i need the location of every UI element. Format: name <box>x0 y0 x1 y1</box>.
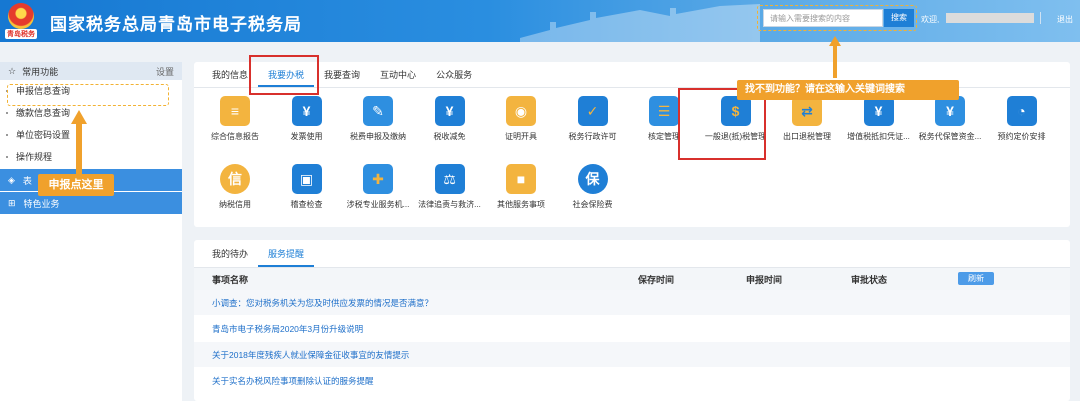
export-icon: ⇄ <box>792 96 822 126</box>
report-icon: ≡ <box>220 96 250 126</box>
function-label: 社会保险费 <box>572 200 613 209</box>
table-row[interactable]: 关于实名办税风险事项删除认证的服务提醒 <box>194 368 1070 394</box>
sidebar-section-label: 表 <box>22 175 32 186</box>
function-label: 综合信息报告 <box>211 132 259 141</box>
function-item[interactable]: ✚ 涉税专业服务机... <box>343 164 413 210</box>
search-button[interactable]: 搜索 <box>884 9 914 27</box>
function-item[interactable]: ■ 其他服务事项 <box>486 164 556 210</box>
tab-highlight-box <box>249 55 319 95</box>
function-label: 其他服务事项 <box>497 200 545 209</box>
function-item[interactable]: ⇄ 出口退税管理 <box>772 96 842 142</box>
custody-icon: ¥ <box>935 96 965 126</box>
sidebar-item-label: 缴款信息查询 <box>16 108 71 118</box>
refresh-button[interactable]: 刷新 <box>958 272 994 285</box>
todo-tabs: 我的待办 服务提醒 <box>194 240 1070 268</box>
tab-my-todo[interactable]: 我的待办 <box>202 240 258 267</box>
other-icon: ■ <box>506 164 536 194</box>
column-header: 审批状态 <box>851 274 888 285</box>
function-item[interactable]: ¥ 税务代保管资金... <box>915 96 985 142</box>
function-item[interactable]: ¥ 税收减免 <box>415 96 485 142</box>
table-header: 事项名称 保存时间 申报时间 审批状态 刷新 <box>194 268 1070 290</box>
function-item[interactable]: ⚖ 法律追责与救济... <box>415 164 485 210</box>
function-item[interactable]: ◔ 预约定价安排 <box>987 96 1057 142</box>
table-row[interactable]: 关于2018年度残疾人就业保障金征收事宜的友情提示 <box>194 342 1070 368</box>
column-header: 申报时间 <box>746 274 783 285</box>
declare-icon: ✎ <box>363 96 393 126</box>
star-icon: ☆ <box>8 65 17 76</box>
function-label: 增值税抵扣凭证... <box>847 132 910 141</box>
agency-icon: ✚ <box>363 164 393 194</box>
arrow-up-search-icon <box>829 36 841 78</box>
search-input[interactable]: 请输入需要搜索的内容 <box>763 9 883 27</box>
function-label: 法律追责与救济... <box>418 200 481 209</box>
function-label: 证明开具 <box>505 132 537 141</box>
tab-query[interactable]: 我要查询 <box>314 62 370 87</box>
sidebar-title: 常用功能 <box>22 66 59 77</box>
law-icon: ⚖ <box>434 164 465 194</box>
sidebar-section-label: 特色业务 <box>23 198 60 209</box>
logout-link[interactable]: 退出 <box>1057 14 1073 25</box>
header-divider <box>1040 12 1041 24</box>
tab-service-reminder[interactable]: 服务提醒 <box>258 240 315 267</box>
function-item[interactable]: ▣ 稽查检查 <box>272 164 342 210</box>
site-title: 国家税务总局青岛市电子税务局 <box>50 15 302 34</box>
pricing-icon: ◔ <box>1006 96 1037 126</box>
function-item[interactable]: ≡ 综合信息报告 <box>200 96 270 142</box>
top-header: 青岛税务 国家税务总局青岛市电子税务局 请输入需要搜索的内容 搜索 欢迎, 退出 <box>0 0 1080 42</box>
function-label: 税收减免 <box>433 132 466 141</box>
tax-reduce-icon: ¥ <box>434 96 465 126</box>
search-tip-callout: 找不到功能？请在这输入关键词搜索 <box>737 80 959 100</box>
tax-emblem-icon <box>8 3 34 29</box>
function-label: 发票使用 <box>290 132 323 141</box>
function-label: 税费申报及缴纳 <box>350 132 406 141</box>
sidebar-tip-callout: 申报点这里 <box>38 174 114 196</box>
welcome-text: 欢迎, <box>921 15 940 24</box>
sidebar-item-label: 单位密码设置 <box>16 130 71 140</box>
sidebar-item-label: 操作规程 <box>16 152 53 162</box>
approve-icon: ☰ <box>649 96 679 126</box>
permit-icon: ✓ <box>577 96 608 126</box>
arrow-up-sidebar-icon <box>71 110 87 174</box>
great-wall-decoration <box>520 4 760 42</box>
todo-panel: 我的待办 服务提醒 事项名称 保存时间 申报时间 审批状态 刷新 小调查：您对税… <box>194 240 1070 401</box>
table-row[interactable]: 小调查：您对税务机关为您及时供应发票的情况是否满意？ <box>194 290 1070 316</box>
reminder-list: 小调查：您对税务机关为您及时供应发票的情况是否满意？ 青岛市电子税务局2020年… <box>194 290 1070 394</box>
function-item[interactable]: ¥ 发票使用 <box>272 96 342 142</box>
tab-public-service[interactable]: 公众服务 <box>426 62 482 87</box>
sidebar-header: ☆ 常用功能 设置 <box>0 62 182 80</box>
sidebar: ☆ 常用功能 设置 申报信息查询 缴款信息查询 单位密码设置 操作规程 ◈ 表 … <box>0 62 182 401</box>
insurance-icon: 保 <box>577 164 608 194</box>
inspect-icon: ▣ <box>291 164 322 194</box>
function-item[interactable]: ✎ 税费申报及缴纳 <box>343 96 413 142</box>
function-label: 稽查检查 <box>290 200 323 209</box>
function-item[interactable]: 信纳税信用 <box>200 164 270 210</box>
tab-interaction[interactable]: 互动中心 <box>370 62 426 87</box>
function-item[interactable]: ✓ 税务行政许可 <box>558 96 628 142</box>
function-label: 纳税信用 <box>219 200 251 209</box>
table-row[interactable]: 青岛市电子税务局2020年3月份升级说明 <box>194 316 1070 342</box>
function-item[interactable]: 保社会保险费 <box>558 164 628 210</box>
certificate-icon: ◉ <box>506 96 536 126</box>
column-header: 事项名称 <box>212 274 249 285</box>
function-label: 出口退税管理 <box>783 132 831 141</box>
function-label: 税务代保管资金... <box>918 132 982 141</box>
emblem-text: 青岛税务 <box>5 29 37 39</box>
function-label: 涉税专业服务机... <box>346 200 410 209</box>
sidebar-settings-link[interactable]: 设置 <box>156 65 174 78</box>
username-redacted <box>946 13 1034 23</box>
sidebar-item-password[interactable]: 单位密码设置 <box>0 124 182 146</box>
function-label: 税务行政许可 <box>568 132 617 141</box>
grid-icon: ⊞ <box>8 197 16 208</box>
layers-icon: ◈ <box>8 174 15 185</box>
function-label: 预约定价安排 <box>997 132 1046 141</box>
function-item[interactable]: ◉ 证明开具 <box>486 96 556 142</box>
function-item[interactable]: ¥ 增值税抵扣凭证... <box>844 96 914 142</box>
vat-icon: ¥ <box>863 96 894 126</box>
invoice-icon: ¥ <box>291 96 322 126</box>
sidebar-highlight-box <box>7 84 169 106</box>
credit-icon: 信 <box>220 164 250 194</box>
sidebar-item-guide[interactable]: 操作规程 <box>0 146 182 168</box>
column-header: 保存时间 <box>638 274 675 285</box>
